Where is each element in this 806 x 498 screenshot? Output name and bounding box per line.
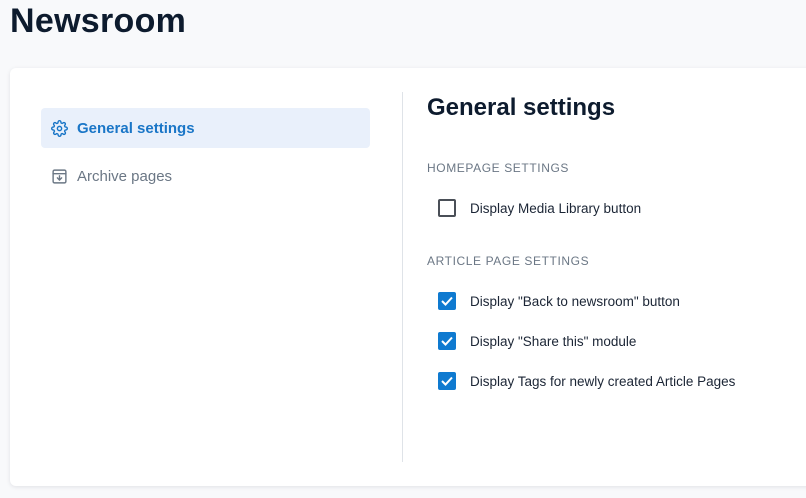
checkbox-checked[interactable] <box>438 332 456 350</box>
checkbox-checked[interactable] <box>438 292 456 310</box>
sidebar-item-archive-pages[interactable]: Archive pages <box>41 156 370 196</box>
section-label-homepage: HOMEPAGE SETTINGS <box>427 161 569 175</box>
sidebar-item-label: General settings <box>77 119 195 137</box>
option-label: Display Media Library button <box>470 200 642 216</box>
checkbox-unchecked[interactable] <box>438 199 456 217</box>
option-display-back-to-newsroom[interactable]: Display "Back to newsroom" button <box>438 292 680 310</box>
option-display-tags[interactable]: Display Tags for newly created Article P… <box>438 372 735 390</box>
option-display-media-library[interactable]: Display Media Library button <box>438 199 641 217</box>
option-label: Display "Share this" module <box>470 333 637 349</box>
settings-sidebar: General settings Archive pages <box>41 108 370 204</box>
sidebar-item-general-settings[interactable]: General settings <box>41 108 370 148</box>
section-label-article-page: ARTICLE PAGE SETTINGS <box>427 254 590 268</box>
settings-content: General settings HOMEPAGE SETTINGS Displ… <box>427 92 806 390</box>
gear-icon <box>50 119 68 137</box>
option-display-share-this[interactable]: Display "Share this" module <box>438 332 636 350</box>
checkbox-checked[interactable] <box>438 372 456 390</box>
vertical-divider <box>402 92 403 462</box>
option-label: Display Tags for newly created Article P… <box>470 373 736 389</box>
sidebar-item-label: Archive pages <box>77 167 173 185</box>
checkmark-icon <box>441 376 453 386</box>
page-title: Newsroom <box>10 2 187 40</box>
settings-card: General settings Archive pages General s… <box>10 68 806 486</box>
checkmark-icon <box>441 336 453 346</box>
content-title: General settings <box>427 94 616 121</box>
archive-icon <box>50 167 68 185</box>
checkmark-icon <box>441 296 453 306</box>
option-label: Display "Back to newsroom" button <box>470 293 680 309</box>
